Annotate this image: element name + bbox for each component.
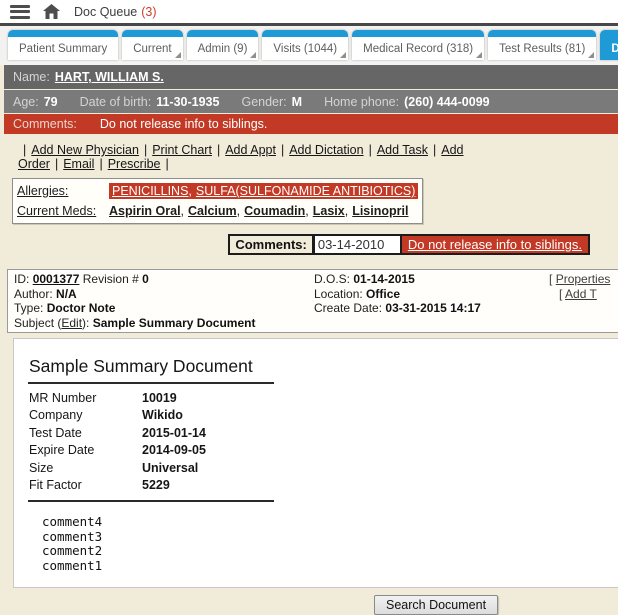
med-aspirin-link[interactable]: Aspirin Oral: [109, 204, 181, 218]
document-viewer: Sample Summary Document MR Number 10019 C…: [13, 338, 618, 588]
revision-value: 0: [142, 272, 149, 286]
add-dictation-link[interactable]: Add Dictation: [289, 143, 363, 157]
med-lisinopril-link[interactable]: Lisinopril: [352, 204, 408, 218]
meta-middle-column: D.O.S: 01-14-2015 Location: Office Creat…: [314, 272, 554, 330]
table-row: Fit Factor 5229: [29, 478, 170, 493]
document-comments-list: comment4 comment3 comment2 comment1: [42, 514, 618, 573]
page-title: Doc Queue: [74, 4, 138, 19]
tab-test-results[interactable]: Test Results (81): [488, 30, 597, 60]
comments-date-input[interactable]: [313, 234, 402, 255]
patient-alert-bar: Comments: Do not release info to sibling…: [4, 114, 618, 134]
comment-line: comment4: [42, 514, 103, 529]
top-bar: Doc Queue (3): [0, 0, 618, 23]
table-row: Size Universal: [29, 460, 199, 475]
add-task-link[interactable]: Add Task: [377, 143, 428, 157]
allergy-alert-chip: PENICILLINS, SULFA(SULFONAMIDE ANTIBIOTIC…: [109, 183, 419, 199]
allergies-label: Allergies:: [17, 184, 69, 198]
name-label: Name:: [13, 70, 50, 84]
dob-value: 11-30-1935: [156, 94, 220, 109]
phone-label: Home phone:: [324, 94, 400, 109]
subject-edit-link[interactable]: Edit: [61, 316, 82, 330]
document-title: Sample Summary Document: [28, 356, 274, 384]
add-new-physician-link[interactable]: Add New Physician: [31, 143, 139, 157]
table-row: Company Wikido: [29, 408, 183, 423]
home-icon[interactable]: [43, 4, 60, 19]
current-meds-label: Current Meds:: [17, 204, 97, 218]
allergies-row: Allergies: PENICILLINS, SULFA(SULFONAMIDE…: [17, 181, 419, 201]
footer-actions: Search Document: [374, 595, 618, 615]
alert-text: Do not release info to siblings.: [99, 117, 268, 131]
meta-type-line: Type: Doctor Note: [14, 301, 116, 315]
meta-create-date-line: Create Date: 03-31-2015 14:17: [314, 301, 481, 315]
table-row: Expire Date 2014-09-05: [29, 443, 206, 458]
tab-document-storage[interactable]: Document S: [600, 30, 618, 60]
add-link[interactable]: Add T: [565, 287, 597, 301]
patient-banner: Name: HART, WILLIAM S. Age: 79 Date of bi…: [4, 65, 618, 134]
med-coumadin-link[interactable]: Coumadin: [244, 204, 305, 218]
age-label: Age:: [13, 94, 39, 109]
alert-label: Comments:: [13, 117, 77, 131]
dos-value: 01-14-2015: [353, 272, 415, 286]
create-date-value: 03-31-2015 14:17: [385, 301, 481, 315]
tab-current[interactable]: Current: [122, 30, 183, 60]
comments-row: Comments: Do not release info to sibling…: [228, 234, 590, 255]
table-row: Test Date 2015-01-14: [29, 425, 206, 440]
search-document-button[interactable]: Search Document: [374, 595, 499, 615]
add-appt-link[interactable]: Add Appt: [225, 143, 276, 157]
dob-label: Date of birth:: [79, 94, 152, 109]
patient-name-link[interactable]: HART, WILLIAM S.: [55, 70, 164, 84]
allergy-meds-panel: Allergies: PENICILLINS, SULFA(SULFONAMIDE…: [12, 178, 424, 224]
comment-line: comment3: [42, 528, 103, 544]
document-meta-panel: ID: 0001377 Revision # 0 Author: N/A Typ…: [7, 269, 618, 333]
comments-note-chip[interactable]: Do not release info to siblings.: [401, 234, 590, 255]
menu-icon[interactable]: [10, 4, 30, 19]
allergy-sulfa-link[interactable]: SULFA(SULFONAMIDE ANTIBIOTICS): [196, 184, 415, 198]
meta-author-line: Author: N/A: [14, 286, 77, 301]
phone-value: (260) 444-0099: [404, 94, 490, 109]
action-links-row: | Add New Physician | Print Chart | Add Appt |…: [18, 143, 464, 171]
tab-medical-record[interactable]: Medical Record (318): [352, 30, 485, 60]
meta-id-line: ID: 0001377 Revision # 0: [14, 272, 149, 286]
meta-subject-line: Subject (Edit): Sample Summary Document: [14, 315, 256, 330]
author-value: N/A: [56, 286, 77, 301]
table-row: MR Number 10019: [29, 390, 177, 405]
comment-line: comment2: [42, 543, 103, 558]
meta-dos-line: D.O.S: 01-14-2015: [314, 272, 415, 286]
age-value: 79: [43, 94, 58, 109]
tab-visits[interactable]: Visits (1044): [262, 30, 349, 60]
type-value: Doctor Note: [46, 301, 116, 315]
meta-left-column: ID: 0001377 Revision # 0 Author: N/A Typ…: [14, 272, 314, 330]
tab-bar: Patient Summary Current Admin (9) Visits…: [0, 26, 618, 65]
meta-right-column: [ Properties [ Add T: [549, 272, 610, 301]
comments-label: Comments:: [228, 234, 314, 255]
email-link[interactable]: Email: [63, 157, 94, 171]
tab-admin[interactable]: Admin (9): [186, 30, 259, 60]
properties-link[interactable]: Properties: [556, 272, 611, 286]
med-lasix-link[interactable]: Lasix: [313, 204, 345, 218]
gender-label: Gender:: [241, 94, 287, 109]
gender-value: M: [291, 94, 303, 109]
properties-line: [ Properties: [549, 272, 611, 286]
add-line: [ Add T: [559, 286, 597, 301]
subject-value: Sample Summary Document: [92, 315, 256, 330]
prescribe-link[interactable]: Prescribe: [108, 157, 161, 171]
print-chart-link[interactable]: Print Chart: [152, 143, 212, 157]
allergy-penicillins-link[interactable]: PENICILLINS: [112, 184, 188, 198]
tab-patient-summary[interactable]: Patient Summary: [8, 30, 119, 60]
comment-line: comment1: [42, 557, 103, 573]
meta-location-line: Location: Office: [314, 286, 401, 301]
location-value: Office: [366, 286, 401, 301]
med-calcium-link[interactable]: Calcium: [188, 204, 237, 218]
queue-count-badge: (3): [141, 4, 157, 19]
document-field-table: MR Number 10019 Company Wikido Test Date 20…: [28, 384, 274, 502]
patient-demographics-bar: Age: 79 Date of birth: 11-30-1935 Gender: M…: [4, 90, 618, 113]
patient-name-bar: Name: HART, WILLIAM S.: [4, 65, 618, 89]
current-meds-row: Current Meds: Aspirin Oral, Calcium, Couma…: [17, 204, 409, 218]
document-id-link[interactable]: 0001377: [33, 272, 80, 286]
